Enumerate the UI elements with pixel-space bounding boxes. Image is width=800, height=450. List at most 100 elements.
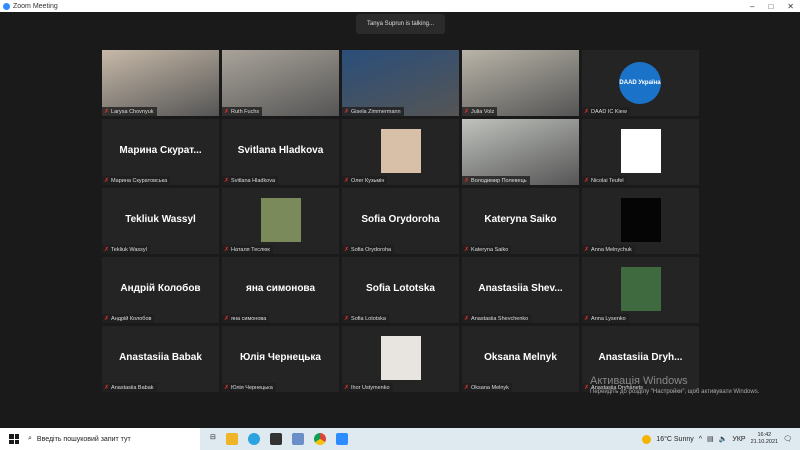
participant-name: Julia Volz: [471, 108, 495, 115]
participant-name: Володимир Полевець: [471, 177, 527, 184]
watermark-text: Перейдіть до розділу "Настройки", щоб ак…: [590, 389, 760, 395]
muted-mic-icon: ✗: [344, 247, 350, 253]
participant-name-large: Svitlana Hladkova: [237, 145, 324, 156]
muted-mic-icon: ✗: [464, 178, 470, 184]
volume-icon[interactable]: 🔈: [719, 435, 728, 443]
participant-name-large: Sofia Lototska: [366, 283, 435, 294]
participant-tile[interactable]: ✗ Nicolai Teufel: [582, 119, 699, 185]
participant-tile[interactable]: Sofia Lototska ✗ Sofia Lototska: [342, 257, 459, 323]
language-indicator[interactable]: УКР: [732, 436, 745, 443]
clock[interactable]: 16:42 21.10.2021: [751, 432, 779, 446]
participant-name: Anna Lysenko: [591, 315, 626, 322]
participant-tile[interactable]: ✗ Олег Кузьмін: [342, 119, 459, 185]
participant-name: Андрій Колобов: [111, 315, 152, 322]
participant-tile[interactable]: яна симонова ✗ яна симонова: [222, 257, 339, 323]
participant-label: ✗ Ihor Ustymenko: [342, 383, 393, 392]
participant-tile[interactable]: ✗ Larysa Chovnyuk: [102, 50, 219, 116]
participant-tile[interactable]: Kateryna Saiko ✗ Kateryna Saiko: [462, 188, 579, 254]
participant-name: Наталя Теслюк: [231, 246, 270, 253]
chrome-icon[interactable]: [313, 433, 326, 445]
participant-tile[interactable]: Марина Скурат... ✗ Марина Скуратовська: [102, 119, 219, 185]
muted-mic-icon: ✗: [584, 247, 590, 253]
participant-grid: ✗ Larysa Chovnyuk ✗ Ruth Fuchs ✗ Gisela Zimme…: [102, 50, 699, 392]
muted-mic-icon: ✗: [104, 385, 110, 391]
tray-chevron-icon[interactable]: ^: [699, 436, 702, 443]
zoom-taskbar-icon[interactable]: [335, 433, 348, 445]
taskbar-search[interactable]: ⌕ Введіть пошуковий запит тут: [0, 428, 200, 450]
app-icon[interactable]: [291, 433, 304, 445]
participant-tile[interactable]: Tekliuk Wassyl ✗ Tekliuk Wassyl: [102, 188, 219, 254]
close-button[interactable]: ✕: [787, 2, 794, 11]
participant-tile[interactable]: ✗ Ruth Fuchs: [222, 50, 339, 116]
maximize-button[interactable]: □: [768, 2, 773, 11]
muted-mic-icon: ✗: [104, 178, 110, 184]
participant-name: Oksana Melnyk: [471, 384, 509, 391]
participant-label: ✗ яна симонова: [222, 314, 270, 323]
muted-mic-icon: ✗: [224, 109, 230, 115]
participant-avatar: [620, 198, 661, 242]
participant-name: яна симонова: [231, 315, 267, 322]
participant-name: DAAD IC Kiew: [591, 108, 627, 115]
participant-label: ✗ Володимир Полевець: [462, 176, 530, 185]
weather-text[interactable]: 16°C Sunny: [656, 436, 693, 443]
logo-text: DAAD Україна: [619, 80, 661, 86]
participant-tile[interactable]: Anastasiia Shev... ✗ Anastasiia Shevchenko: [462, 257, 579, 323]
participant-tile[interactable]: DAAD Україна ✗ DAAD IC Kiew: [582, 50, 699, 116]
participant-label: ✗ Julia Volz: [462, 107, 498, 116]
participant-name: Tekliuk Wassyl: [111, 246, 147, 253]
participant-tile[interactable]: ✗ Gisela Zimmermann: [342, 50, 459, 116]
task-view-icon[interactable]: ⊟: [210, 433, 216, 445]
participant-label: ✗ Андрій Колобов: [102, 314, 155, 323]
muted-mic-icon: ✗: [224, 178, 230, 184]
participant-tile[interactable]: ✗ Julia Volz: [462, 50, 579, 116]
participant-tile[interactable]: Андрій Колобов ✗ Андрій Колобов: [102, 257, 219, 323]
participant-name-large: Oksana Melnyk: [484, 352, 557, 363]
muted-mic-icon: ✗: [224, 316, 230, 322]
participant-tile[interactable]: Юлія Чернецька ✗ Юлія Чернецька: [222, 326, 339, 392]
muted-mic-icon: ✗: [104, 109, 110, 115]
participant-tile[interactable]: ✗ Anna Lysenko: [582, 257, 699, 323]
participant-label: ✗ Svitlana Hladkova: [222, 176, 279, 185]
notifications-icon[interactable]: 🗨: [783, 435, 792, 443]
title-bar: Zoom Meeting – □ ✕: [0, 0, 800, 12]
participant-tile[interactable]: Sofia Orydoroha ✗ Sofia Orydoroha: [342, 188, 459, 254]
participant-label: ✗ Anastasiia Shevchenko: [462, 314, 532, 323]
participant-name: Anna Melnychuk: [591, 246, 632, 253]
participant-label: ✗ Nicolai Teufel: [582, 176, 627, 185]
participant-name-large: яна симонова: [245, 283, 316, 294]
participant-avatar: [620, 267, 661, 311]
network-icon[interactable]: ▤: [707, 435, 714, 443]
file-explorer-icon[interactable]: [225, 433, 238, 445]
participant-tile[interactable]: ✗ Ihor Ustymenko: [342, 326, 459, 392]
participant-name: Ihor Ustymenko: [351, 384, 390, 391]
windows-start-icon[interactable]: [9, 434, 19, 444]
participant-label: ✗ Ruth Fuchs: [222, 107, 263, 116]
participant-label: ✗ Юлія Чернецька: [222, 383, 276, 392]
watermark-title: Активація Windows: [590, 375, 688, 387]
participant-name: Larysa Chovnyuk: [111, 108, 154, 115]
participant-name: Gisela Zimmermann: [351, 108, 401, 115]
muted-mic-icon: ✗: [464, 109, 470, 115]
participant-name: Sofia Lototska: [351, 315, 386, 322]
muted-mic-icon: ✗: [224, 247, 230, 253]
participant-name: Nicolai Teufel: [591, 177, 624, 184]
participant-name-large: Tekliuk Wassyl: [125, 214, 196, 225]
participant-tile[interactable]: ✗ Anna Melnychuk: [582, 188, 699, 254]
participant-tile[interactable]: Svitlana Hladkova ✗ Svitlana Hladkova: [222, 119, 339, 185]
participant-tile[interactable]: ✗ Наталя Теслюк: [222, 188, 339, 254]
telegram-icon[interactable]: [247, 433, 260, 445]
daad-logo: DAAD Україна: [619, 62, 661, 104]
minimize-button[interactable]: –: [750, 2, 754, 11]
participant-label: ✗ Anna Melnychuk: [582, 245, 635, 254]
muted-mic-icon: ✗: [584, 178, 590, 184]
participant-tile[interactable]: Anastasiia Babak ✗ Anastasiia Babak: [102, 326, 219, 392]
participant-label: ✗ Anastasiia Babak: [102, 383, 157, 392]
muted-mic-icon: ✗: [344, 385, 350, 391]
participant-name: Олег Кузьмін: [351, 177, 385, 184]
participant-label: ✗ Larysa Chovnyuk: [102, 107, 157, 116]
participant-tile[interactable]: Oksana Melnyk ✗ Oksana Melnyk: [462, 326, 579, 392]
participant-avatar: [620, 129, 661, 173]
muted-mic-icon: ✗: [464, 247, 470, 253]
store-icon[interactable]: [269, 433, 282, 445]
participant-tile[interactable]: ✗ Володимир Полевець: [462, 119, 579, 185]
